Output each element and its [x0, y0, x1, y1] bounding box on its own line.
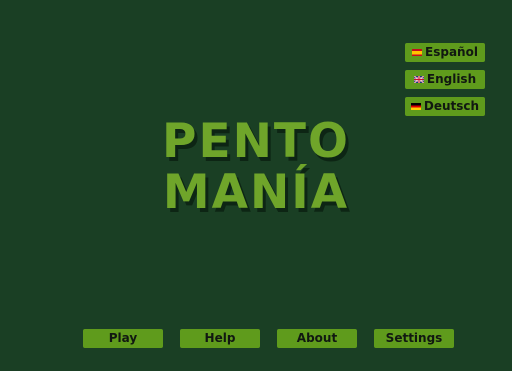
- language-label: English: [426, 72, 477, 86]
- language-button-english[interactable]: English: [405, 70, 485, 89]
- germany-flag-icon: [410, 103, 421, 110]
- language-selector: Español English Deutsch: [405, 43, 485, 124]
- about-button[interactable]: About: [277, 329, 357, 348]
- game-title-line-1: PENTO: [162, 114, 350, 169]
- spain-flag-icon: [412, 49, 423, 56]
- language-label: Español: [425, 45, 478, 59]
- language-label: Deutsch: [423, 99, 480, 113]
- language-button-spanish[interactable]: Español: [405, 43, 485, 62]
- language-button-german[interactable]: Deutsch: [405, 97, 485, 116]
- game-title-line-2: MANÍA: [162, 165, 350, 220]
- settings-button[interactable]: Settings: [374, 329, 454, 348]
- help-button[interactable]: Help: [180, 329, 260, 348]
- play-button[interactable]: Play: [83, 329, 163, 348]
- uk-flag-icon: [413, 76, 424, 83]
